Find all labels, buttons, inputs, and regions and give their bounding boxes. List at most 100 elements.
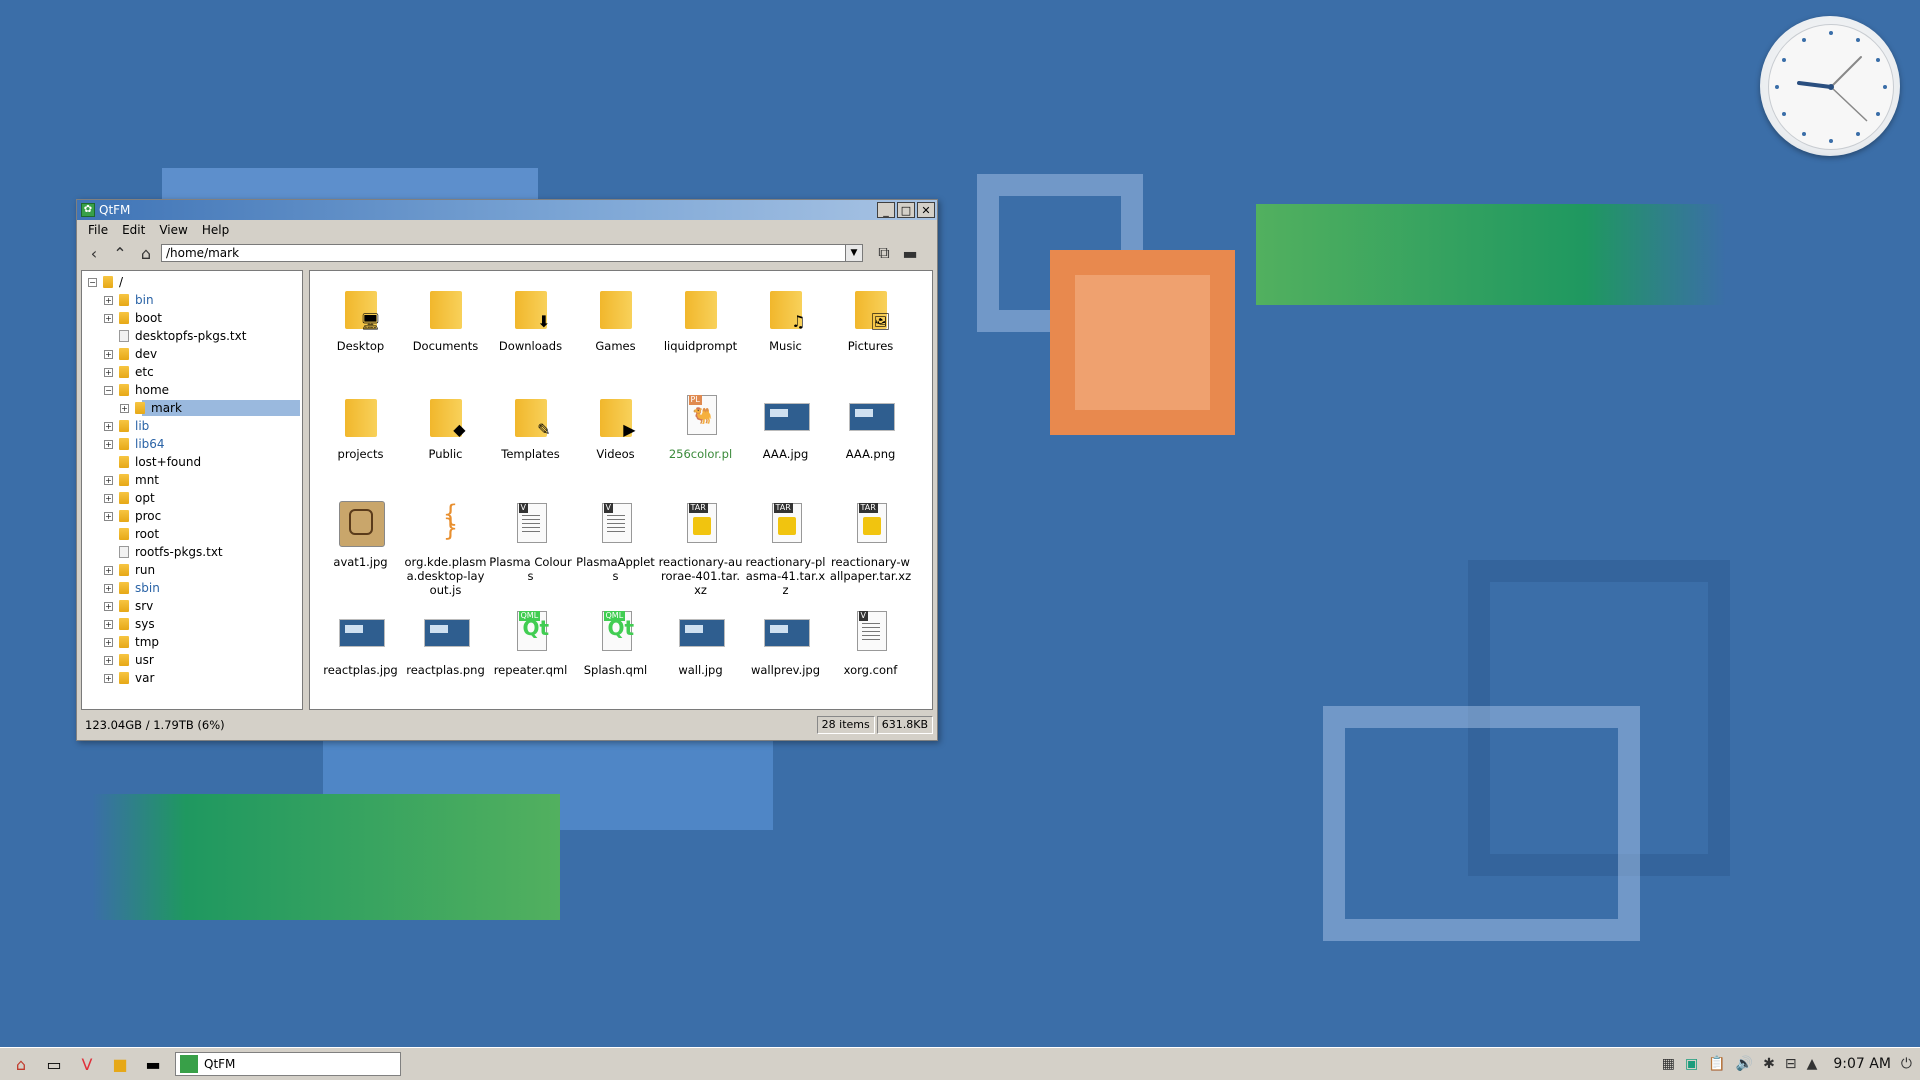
home-icon[interactable]: ⌂ [135,242,157,264]
file-item[interactable]: ▶ Videos [573,385,658,493]
file-item[interactable]: projects [318,385,403,493]
expand-toggle-icon[interactable]: + [104,565,113,575]
tree-item[interactable]: + sys [82,615,302,633]
file-item[interactable]: wallprev.jpg [743,601,828,709]
expand-toggle-icon[interactable]: + [120,403,129,413]
file-item[interactable]: ◆ Public [403,385,488,493]
file-item[interactable]: wall.jpg [658,601,743,709]
tree-item[interactable]: − home [82,381,302,399]
file-item[interactable]: reactplas.png [403,601,488,709]
file-item[interactable]: TAR reactionary-plasma-41.tar.xz [743,493,828,601]
vivaldi-browser-icon[interactable]: V [75,1052,99,1076]
file-item[interactable]: QML Qt repeater.qml [488,601,573,709]
expand-toggle-icon[interactable] [104,530,113,539]
file-item[interactable]: { } org.kde.plasma.desktop-layout.js [403,493,488,601]
tree-item[interactable]: + var [82,669,302,687]
bluetooth-icon[interactable]: ✱ [1763,1056,1775,1072]
file-item[interactable]: TAR reactionary-wallpaper.tar.xz [828,493,913,601]
file-item[interactable]: avat1.jpg [318,493,403,601]
volume-icon[interactable]: 🔊 [1736,1056,1753,1072]
tree-item[interactable]: + run [82,561,302,579]
up-icon[interactable]: ⌃ [109,242,131,264]
home-launcher-icon[interactable]: ⌂ [9,1052,33,1076]
window-titlebar[interactable]: ✿ QtFM _ □ ✕ [77,200,937,220]
menu-view[interactable]: View [154,223,192,237]
expand-toggle-icon[interactable]: + [104,493,113,503]
tree-item[interactable]: + etc [82,363,302,381]
folder-tree[interactable]: − / + bin + boot desktopfs-pkgs.txt + dev + etc − ho… [81,270,303,710]
file-item[interactable]: reactplas.jpg [318,601,403,709]
tree-item[interactable]: desktopfs-pkgs.txt [82,327,302,345]
tree-item[interactable]: − / [82,273,302,291]
tree-item[interactable]: + mark [82,399,302,417]
file-manager-window[interactable]: ✿ QtFM _ □ ✕ File Edit View Help ‹ ⌃ ⌂ /… [76,199,938,741]
file-item[interactable]: AAA.png [828,385,913,493]
terminal-launcher-icon[interactable]: ▬ [141,1052,165,1076]
expand-toggle-icon[interactable]: + [104,313,113,323]
expand-toggle-icon[interactable]: + [104,439,113,449]
tree-item[interactable]: rootfs-pkgs.txt [82,543,302,561]
expand-toggle-icon[interactable] [104,548,113,557]
expand-toggle-icon[interactable] [104,332,113,341]
expand-toggle-icon[interactable]: + [104,583,113,593]
expand-toggle-icon[interactable] [104,458,113,467]
tray-expand-icon[interactable]: ▲ [1807,1056,1818,1072]
file-item[interactable]: Vxorg.conf [828,601,913,709]
tree-item[interactable]: + dev [82,345,302,363]
expand-toggle-icon[interactable]: + [104,475,113,485]
file-item[interactable]: Games [573,277,658,385]
power-icon[interactable]: ⏻ [1901,1056,1912,1072]
tree-item[interactable]: lost+found [82,453,302,471]
maximize-button[interactable]: □ [897,202,915,218]
taskbar-window-qtfm[interactable]: QtFM [175,1052,401,1076]
tree-item[interactable]: + opt [82,489,302,507]
expand-toggle-icon[interactable]: + [104,511,113,521]
expand-toggle-icon[interactable]: + [104,601,113,611]
tree-item[interactable]: + boot [82,309,302,327]
show-desktop-icon[interactable]: ▭ [42,1052,66,1076]
tree-item[interactable]: + usr [82,651,302,669]
expand-toggle-icon[interactable]: + [104,637,113,647]
expand-toggle-icon[interactable]: + [104,295,113,305]
file-manager-launcher-icon[interactable]: ■ [108,1052,132,1076]
tree-item[interactable]: + proc [82,507,302,525]
file-item[interactable]: V Plasma Colours [488,493,573,601]
tree-item[interactable]: + bin [82,291,302,309]
menu-help[interactable]: Help [197,223,234,237]
file-item[interactable]: 🖥 Desktop [318,277,403,385]
package-manager-icon[interactable]: ▣ [1685,1056,1698,1072]
file-item[interactable]: Documents [403,277,488,385]
file-item[interactable]: PL 🐫 256color.pl [658,385,743,493]
path-dropdown-icon[interactable]: ▼ [845,245,862,261]
expand-toggle-icon[interactable]: + [104,673,113,683]
menu-file[interactable]: File [83,223,113,237]
tree-item[interactable]: + mnt [82,471,302,489]
file-item[interactable]: AAA.jpg [743,385,828,493]
file-item[interactable]: liquidprompt [658,277,743,385]
new-window-icon[interactable]: ⧉ [873,242,895,264]
tree-item[interactable]: root [82,525,302,543]
file-item[interactable]: ♫ Music [743,277,828,385]
file-item[interactable]: QML Qt Splash.qml [573,601,658,709]
file-item[interactable]: ✎ Templates [488,385,573,493]
close-button[interactable]: ✕ [917,202,935,218]
expand-toggle-icon[interactable]: − [88,277,97,287]
tree-item[interactable]: + tmp [82,633,302,651]
file-item[interactable]: ⬇ Downloads [488,277,573,385]
expand-toggle-icon[interactable]: + [104,655,113,665]
path-input[interactable]: /home/mark ▼ [161,244,863,262]
tree-item[interactable]: + sbin [82,579,302,597]
expand-toggle-icon[interactable]: + [104,421,113,431]
file-item[interactable]: 🖼 Pictures [828,277,913,385]
expand-toggle-icon[interactable]: + [104,619,113,629]
tree-item[interactable]: + lib64 [82,435,302,453]
workspace-switcher-icon[interactable]: ▦ [1662,1056,1675,1072]
taskbar-clock[interactable]: 9:07 AM [1833,1056,1891,1072]
tree-item[interactable]: + lib [82,417,302,435]
clipboard-icon[interactable]: 📋 [1708,1056,1725,1072]
expand-toggle-icon[interactable]: + [104,349,113,359]
network-icon[interactable]: ⊟ [1785,1056,1797,1072]
file-item[interactable]: V PlasmaApplets [573,493,658,601]
expand-toggle-icon[interactable]: + [104,367,113,377]
menu-edit[interactable]: Edit [117,223,150,237]
